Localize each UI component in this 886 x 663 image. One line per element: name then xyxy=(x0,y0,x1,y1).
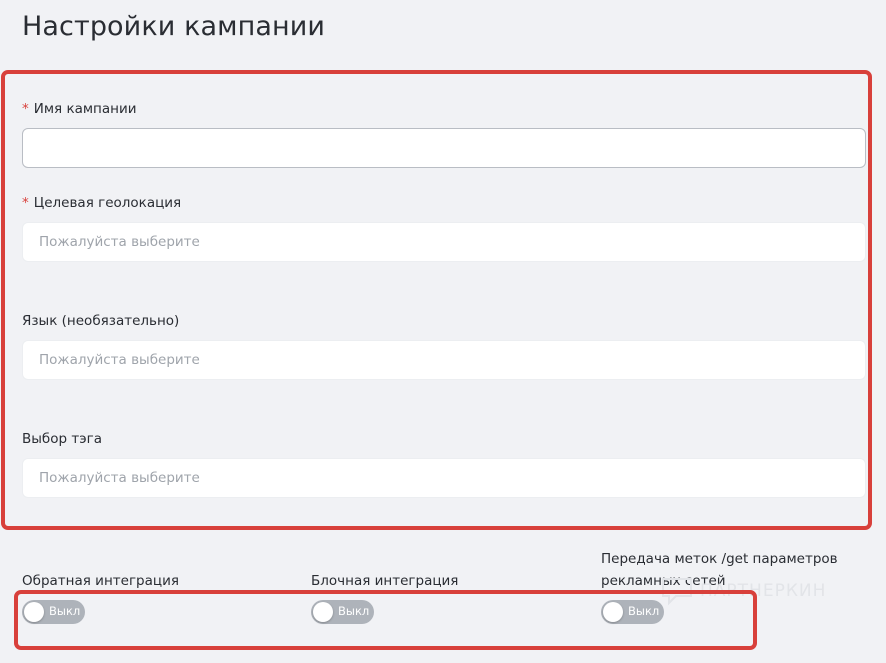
language-label: Язык (необязательно) xyxy=(22,313,180,329)
toggle-state-text: Выкл xyxy=(49,604,81,618)
toggle-state-text: Выкл xyxy=(338,604,370,618)
toggle-knob xyxy=(24,602,44,622)
reverse-integration-label: Обратная интеграция xyxy=(22,573,179,589)
get-params-toggle[interactable]: Выкл xyxy=(601,600,664,624)
toggle-state-text: Выкл xyxy=(628,604,660,618)
required-mark: * xyxy=(22,101,29,117)
campaign-name-label-text: Имя кампании xyxy=(33,101,137,117)
campaign-name-input[interactable] xyxy=(22,128,866,168)
geolocation-label: * Целевая геолокация xyxy=(22,195,181,211)
page-title: Настройки кампании xyxy=(22,11,326,42)
block-integration-label: Блочная интеграция xyxy=(311,573,459,589)
toggle-knob xyxy=(603,602,623,622)
watermark-logo-icon xyxy=(662,578,692,606)
geolocation-label-text: Целевая геолокация xyxy=(33,195,182,211)
get-params-label-line1: Передача меток /get параметров xyxy=(601,551,838,567)
watermark: ПАРТНЕРКИН xyxy=(660,576,826,606)
geolocation-select[interactable]: Пожалуйста выберите xyxy=(22,222,866,262)
toggle-knob xyxy=(313,602,333,622)
language-placeholder: Пожалуйста выберите xyxy=(39,352,200,368)
campaign-name-label: * Имя кампании xyxy=(22,101,137,117)
watermark-text: ПАРТНЕРКИН xyxy=(700,581,827,601)
geolocation-placeholder: Пожалуйста выберите xyxy=(39,234,200,250)
required-mark: * xyxy=(22,195,29,211)
tag-placeholder: Пожалуйста выберите xyxy=(39,470,200,486)
reverse-integration-toggle[interactable]: Выкл xyxy=(22,600,85,624)
language-select[interactable]: Пожалуйста выберите xyxy=(22,340,866,380)
block-integration-toggle[interactable]: Выкл xyxy=(311,600,374,624)
tag-label: Выбор тэга xyxy=(22,431,103,447)
tag-select[interactable]: Пожалуйста выберите xyxy=(22,458,866,498)
